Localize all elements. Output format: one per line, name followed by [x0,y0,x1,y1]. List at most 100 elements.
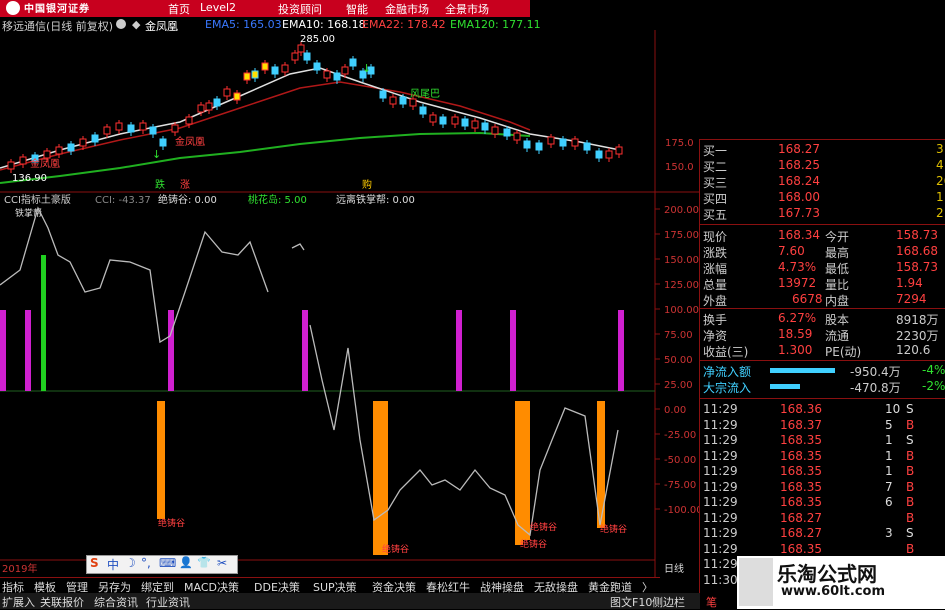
stat-label: 量比 [825,278,850,292]
sub-indicator-name[interactable]: CCI指标土豪版 [4,193,71,206]
tab-industry-news[interactable]: 行业资讯 [146,594,190,610]
jue-label: 绝铸谷 [600,523,627,535]
menu-home[interactable]: 首页 [168,1,190,17]
date-label: 2019年 [2,562,37,575]
flow-value: -950.4万 [850,365,901,379]
quote-stat-row: 涨跌 7.60 最高 168.68 [700,244,945,260]
ime-toolbar[interactable]: S 中 ☽ °, ⌨ 👤 👕 ✂ [86,555,238,574]
candle [571,138,579,147]
stat-label: 涨跌 [703,246,728,260]
sub-axis-tick: 75.00 [664,330,693,341]
sub-axis-tick: -100.00 [664,505,700,516]
bid-row[interactable]: 买五 167.73 2 [700,206,945,222]
candle [399,96,407,105]
tick-price: 168.35 [780,433,822,447]
stat-label: 最低 [825,262,850,276]
candle [19,156,27,165]
menu-advisor[interactable]: 投资顾问 [278,1,322,17]
flow-bar [770,384,800,389]
candle [261,62,269,71]
tick-price: 168.35 [780,448,822,463]
stat-label: 最高 [825,246,850,260]
sub-axis-tick: 100.00 [664,305,699,316]
stat-label: 现价 [703,230,728,244]
tick-volume: 5 [885,417,893,432]
bid-price: 168.25 [778,158,820,172]
flow-bar [770,368,835,373]
tab-pen[interactable]: 笔 [706,594,717,610]
tools-icon[interactable]: ✂ [217,556,227,570]
tick-time: 11:29 [703,464,738,478]
tick-time: 11:29 [703,479,738,494]
tick-volume: 3 [885,526,893,540]
bid-label: 买二 [703,160,728,174]
candles: ↓↓ [7,42,623,173]
bid-row[interactable]: 买一 168.27 3 [700,142,945,158]
quote-stat-row: 净资 18.59 流通 2230万 [700,327,945,343]
tick-row: 11:29 168.37 5 B [700,418,945,434]
signal-down: 跌 [155,178,165,191]
quote-stat-row: 涨幅 4.73% 最低 158.73 [700,260,945,276]
bid-row[interactable]: 买四 168.00 1 [700,190,945,206]
tick-time: 11:29 [703,510,738,525]
chart-area[interactable]: ↓↓ 285.00 136.90 金凤凰 金凤凰 风尾巴 175.0 150.0… [0,30,700,577]
candle [127,124,135,133]
candle [91,134,99,143]
tick-time: 11:29 [703,433,738,447]
price-low-label: 136.90 [12,173,47,184]
punctuation-icon[interactable]: °, [141,556,151,570]
candle [213,98,221,107]
candle [171,124,179,133]
tab-news[interactable]: 综合资讯 [94,594,138,610]
stat-value: 1.300 [778,343,813,357]
bid-row[interactable]: 买二 168.25 4 [700,158,945,174]
candle [233,92,241,101]
tab-expand[interactable]: 扩展入 [2,594,35,610]
sub-axis-tick: 175.00 [664,230,699,241]
bid-volume: 4 [936,158,944,172]
stat-value: 6.27% [778,311,817,325]
magenta-bar [0,310,6,391]
jue-label: 绝铸谷 [158,517,185,529]
tab-related-quote[interactable]: 关联报价 [40,594,84,610]
stat-label: 收益(三) [703,345,749,359]
candle [149,126,157,135]
period-label[interactable]: 日线 [664,562,684,575]
tick-price: 168.35 [780,541,822,556]
stat-value: 6678 [792,292,823,306]
flow-label: 净流入额 [703,365,752,379]
bid-row[interactable]: 买三 168.24 26 [700,174,945,190]
bid-label: 买五 [703,208,728,222]
signal-label: 金凤凰 [175,135,205,148]
watermark-logo-icon [739,558,773,606]
candle [243,72,251,81]
tick-row: 11:29 168.35 7 B [700,480,945,496]
tab-f10[interactable]: 图文F10 [610,594,652,610]
candle [281,64,289,73]
menu-finance[interactable]: 金融市场 [385,1,429,17]
candle [341,66,349,75]
sogou-icon[interactable]: S [90,556,99,570]
moon-icon[interactable]: ☽ [125,556,136,570]
settings-icon[interactable] [116,19,126,29]
chinese-mode-icon[interactable]: 中 [107,556,119,573]
menu-panorama[interactable]: 全景市场 [445,1,489,17]
skin-icon[interactable]: 👕 [197,556,211,569]
stat-value: 18.59 [778,327,813,341]
signal-label: 风尾巴 [410,88,440,100]
menu-smart[interactable]: 智能 [346,1,368,17]
bottom-tabs: 扩展入 关联报价 综合资讯 行业资讯 图文F10 侧边栏 笔 [0,593,717,610]
broker-logo-icon [6,1,20,15]
price-high-label: 285.00 [300,34,335,45]
menu-level2[interactable]: Level2 [200,1,236,14]
stat-label: 外盘 [703,294,728,308]
tab-sidebar[interactable]: 侧边栏 [652,594,685,610]
magenta-bar [456,310,462,391]
stat-value: 158.73 [896,228,938,242]
keyboard-icon[interactable]: ⌨ [159,556,176,570]
tick-row: 11:29 168.36 10 S [700,402,945,418]
bid-label: 买三 [703,176,728,190]
tick-side: B [906,448,915,463]
candle [67,143,75,152]
user-icon[interactable]: 👤 [179,556,193,569]
